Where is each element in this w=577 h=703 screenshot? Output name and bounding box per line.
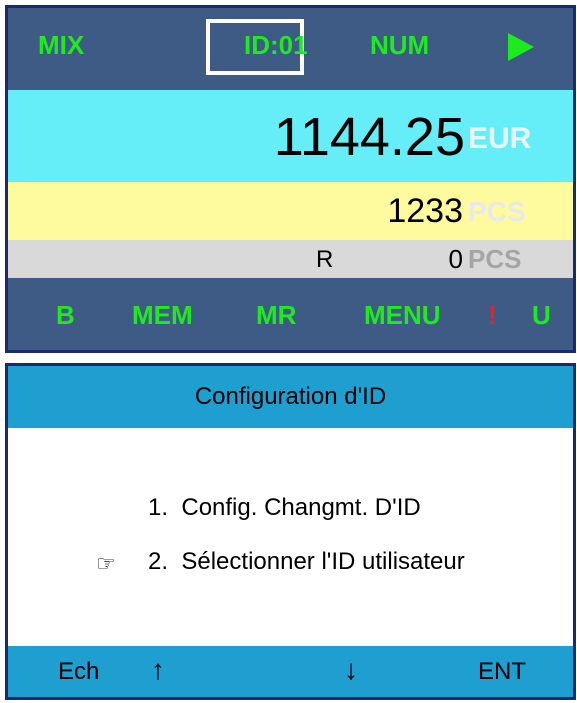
menu-item-select-user-id[interactable]: 2. Sélectionner l'ID utilisateur [148,548,465,576]
pieces-row: 1233 PCS [8,182,573,240]
pieces-value: 1233 [387,192,463,230]
pieces-unit: PCS [468,196,526,227]
id-config-screen: Configuration d'ID 1. Config. Changmt. D… [5,363,576,700]
menu-key[interactable]: MENU [364,300,441,331]
menu-item-config-change-id[interactable]: 1. Config. Changmt. D'ID [148,494,421,522]
reject-value: 0 [448,244,463,274]
reject-row: R 0 PCS [8,240,573,278]
menu-item-number: 2. [148,548,169,575]
enter-softkey[interactable]: ENT [478,658,526,686]
mem-key[interactable]: MEM [132,300,193,331]
arrow-down-icon[interactable]: ↓ [344,654,358,686]
amount-unit: EUR [468,122,532,155]
softkey-bar: Ech ↑ ↓ ENT [8,646,573,697]
amount-row: 1144.25 EUR [8,90,573,182]
alert-icon[interactable]: ! [488,300,497,331]
arrow-up-icon[interactable]: ↑ [151,654,165,686]
play-icon[interactable] [508,33,534,61]
u-key[interactable]: U [532,300,551,331]
menu-item-number: 1. [148,494,169,521]
amount-value: 1144.25 [273,107,465,167]
reject-label: R [316,246,334,273]
user-id-label[interactable]: ID:01 [244,30,308,61]
function-key-bar: B MEM MR MENU ! U [8,278,573,350]
menu-item-label: Config. Changmt. D'ID [181,494,421,521]
status-bar: MIX ID:01 NUM [8,8,573,90]
menu-item-label: Sélectionner l'ID utilisateur [181,548,465,575]
counter-screen: MIX ID:01 NUM 1144.25 EUR 1233 PCS R 0 P… [5,5,576,353]
num-mode-label[interactable]: NUM [370,30,429,61]
mr-key[interactable]: MR [256,300,296,331]
mode-mix-label[interactable]: MIX [38,30,84,61]
pointing-hand-icon: ☞ [96,551,116,576]
reject-unit: PCS [468,244,522,274]
page-title: Configuration d'ID [8,366,573,428]
back-softkey[interactable]: Ech [58,658,99,686]
b-key[interactable]: B [56,300,75,331]
